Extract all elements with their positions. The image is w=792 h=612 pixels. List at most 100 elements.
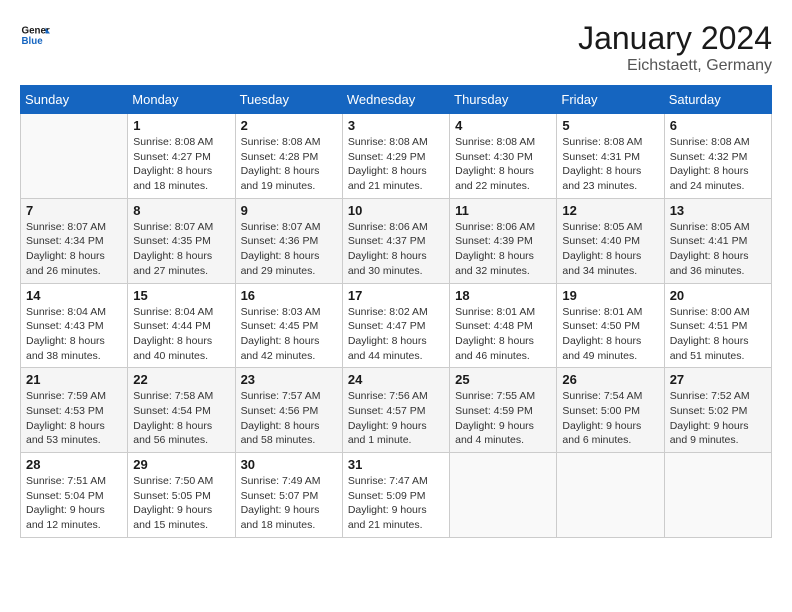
day-number: 3	[348, 118, 444, 133]
day-number: 22	[133, 372, 229, 387]
calendar-cell: 10 Sunrise: 8:06 AMSunset: 4:37 PMDayligh…	[342, 198, 449, 283]
day-number: 13	[670, 203, 766, 218]
day-info: Sunrise: 7:52 AMSunset: 5:02 PMDaylight:…	[670, 389, 766, 448]
day-number: 17	[348, 288, 444, 303]
calendar-cell: 19 Sunrise: 8:01 AMSunset: 4:50 PMDayligh…	[557, 283, 664, 368]
calendar-cell: 4 Sunrise: 8:08 AMSunset: 4:30 PMDaylight…	[450, 114, 557, 199]
day-number: 28	[26, 457, 122, 472]
day-number: 5	[562, 118, 658, 133]
day-info: Sunrise: 8:01 AMSunset: 4:50 PMDaylight:…	[562, 305, 658, 364]
calendar-cell: 29 Sunrise: 7:50 AMSunset: 5:05 PMDayligh…	[128, 453, 235, 538]
page-header: General Blue January 2024 Eichstaett, Ge…	[20, 20, 772, 75]
day-info: Sunrise: 8:04 AMSunset: 4:43 PMDaylight:…	[26, 305, 122, 364]
day-info: Sunrise: 8:08 AMSunset: 4:30 PMDaylight:…	[455, 135, 551, 194]
day-info: Sunrise: 8:03 AMSunset: 4:45 PMDaylight:…	[241, 305, 337, 364]
logo-icon: General Blue	[20, 20, 50, 50]
day-info: Sunrise: 8:08 AMSunset: 4:27 PMDaylight:…	[133, 135, 229, 194]
calendar-cell	[21, 114, 128, 199]
day-info: Sunrise: 8:06 AMSunset: 4:39 PMDaylight:…	[455, 220, 551, 279]
day-number: 27	[670, 372, 766, 387]
day-info: Sunrise: 8:02 AMSunset: 4:47 PMDaylight:…	[348, 305, 444, 364]
day-number: 2	[241, 118, 337, 133]
day-number: 26	[562, 372, 658, 387]
day-number: 1	[133, 118, 229, 133]
calendar-cell: 22 Sunrise: 7:58 AMSunset: 4:54 PMDayligh…	[128, 368, 235, 453]
calendar-cell: 17 Sunrise: 8:02 AMSunset: 4:47 PMDayligh…	[342, 283, 449, 368]
day-number: 14	[26, 288, 122, 303]
day-number: 25	[455, 372, 551, 387]
calendar-cell: 28 Sunrise: 7:51 AMSunset: 5:04 PMDayligh…	[21, 453, 128, 538]
day-info: Sunrise: 7:50 AMSunset: 5:05 PMDaylight:…	[133, 474, 229, 533]
weekday-header-tuesday: Tuesday	[235, 86, 342, 114]
day-number: 24	[348, 372, 444, 387]
weekday-header-monday: Monday	[128, 86, 235, 114]
day-info: Sunrise: 7:56 AMSunset: 4:57 PMDaylight:…	[348, 389, 444, 448]
calendar-table: SundayMondayTuesdayWednesdayThursdayFrid…	[20, 85, 772, 538]
day-info: Sunrise: 8:08 AMSunset: 4:28 PMDaylight:…	[241, 135, 337, 194]
calendar-cell: 26 Sunrise: 7:54 AMSunset: 5:00 PMDayligh…	[557, 368, 664, 453]
day-info: Sunrise: 8:07 AMSunset: 4:36 PMDaylight:…	[241, 220, 337, 279]
calendar-cell: 8Sunrise: 8:07 AMSunset: 4:35 PMDaylight…	[128, 198, 235, 283]
day-info: Sunrise: 7:51 AMSunset: 5:04 PMDaylight:…	[26, 474, 122, 533]
calendar-cell: 20 Sunrise: 8:00 AMSunset: 4:51 PMDayligh…	[664, 283, 771, 368]
day-info: Sunrise: 8:08 AMSunset: 4:32 PMDaylight:…	[670, 135, 766, 194]
day-number: 15	[133, 288, 229, 303]
calendar-cell: 14 Sunrise: 8:04 AMSunset: 4:43 PMDayligh…	[21, 283, 128, 368]
calendar-cell: 24 Sunrise: 7:56 AMSunset: 4:57 PMDayligh…	[342, 368, 449, 453]
calendar-cell: 12Sunrise: 8:05 AMSunset: 4:40 PMDayligh…	[557, 198, 664, 283]
calendar-cell: 9 Sunrise: 8:07 AMSunset: 4:36 PMDaylight…	[235, 198, 342, 283]
calendar-cell: 2 Sunrise: 8:08 AMSunset: 4:28 PMDaylight…	[235, 114, 342, 199]
day-number: 29	[133, 457, 229, 472]
weekday-header-saturday: Saturday	[664, 86, 771, 114]
calendar-cell: 31Sunrise: 7:47 AMSunset: 5:09 PMDayligh…	[342, 453, 449, 538]
day-number: 6	[670, 118, 766, 133]
day-info: Sunrise: 7:54 AMSunset: 5:00 PMDaylight:…	[562, 389, 658, 448]
calendar-cell: 25 Sunrise: 7:55 AMSunset: 4:59 PMDayligh…	[450, 368, 557, 453]
day-info: Sunrise: 7:47 AMSunset: 5:09 PMDaylight:…	[348, 474, 444, 533]
weekday-header-wednesday: Wednesday	[342, 86, 449, 114]
calendar-cell: 21 Sunrise: 7:59 AMSunset: 4:53 PMDayligh…	[21, 368, 128, 453]
day-number: 4	[455, 118, 551, 133]
day-info: Sunrise: 8:05 AMSunset: 4:41 PMDaylight:…	[670, 220, 766, 279]
calendar-cell: 1 Sunrise: 8:08 AMSunset: 4:27 PMDaylight…	[128, 114, 235, 199]
day-info: Sunrise: 7:57 AMSunset: 4:56 PMDaylight:…	[241, 389, 337, 448]
month-title: January 2024	[578, 20, 772, 57]
day-info: Sunrise: 7:58 AMSunset: 4:54 PMDaylight:…	[133, 389, 229, 448]
day-number: 10	[348, 203, 444, 218]
day-info: Sunrise: 8:08 AMSunset: 4:31 PMDaylight:…	[562, 135, 658, 194]
day-number: 12	[562, 203, 658, 218]
day-number: 9	[241, 203, 337, 218]
day-number: 16	[241, 288, 337, 303]
svg-text:Blue: Blue	[22, 36, 44, 47]
location: Eichstaett, Germany	[578, 57, 772, 75]
title-block: January 2024 Eichstaett, Germany	[578, 20, 772, 75]
day-number: 21	[26, 372, 122, 387]
day-number: 23	[241, 372, 337, 387]
calendar-cell: 18Sunrise: 8:01 AMSunset: 4:48 PMDayligh…	[450, 283, 557, 368]
day-info: Sunrise: 8:01 AMSunset: 4:48 PMDaylight:…	[455, 305, 551, 364]
day-info: Sunrise: 8:06 AMSunset: 4:37 PMDaylight:…	[348, 220, 444, 279]
day-number: 20	[670, 288, 766, 303]
calendar-cell: 3 Sunrise: 8:08 AMSunset: 4:29 PMDaylight…	[342, 114, 449, 199]
calendar-cell: 13 Sunrise: 8:05 AMSunset: 4:41 PMDayligh…	[664, 198, 771, 283]
calendar-cell: 30Sunrise: 7:49 AMSunset: 5:07 PMDayligh…	[235, 453, 342, 538]
day-number: 30	[241, 457, 337, 472]
calendar-cell: 7Sunrise: 8:07 AMSunset: 4:34 PMDaylight…	[21, 198, 128, 283]
day-number: 11	[455, 203, 551, 218]
day-info: Sunrise: 8:07 AMSunset: 4:35 PMDaylight:…	[133, 220, 229, 279]
calendar-cell	[450, 453, 557, 538]
day-info: Sunrise: 8:00 AMSunset: 4:51 PMDaylight:…	[670, 305, 766, 364]
weekday-header-sunday: Sunday	[21, 86, 128, 114]
calendar-cell: 15 Sunrise: 8:04 AMSunset: 4:44 PMDayligh…	[128, 283, 235, 368]
weekday-header-thursday: Thursday	[450, 86, 557, 114]
day-info: Sunrise: 8:07 AMSunset: 4:34 PMDaylight:…	[26, 220, 122, 279]
calendar-cell: 27 Sunrise: 7:52 AMSunset: 5:02 PMDayligh…	[664, 368, 771, 453]
calendar-cell: 11 Sunrise: 8:06 AMSunset: 4:39 PMDayligh…	[450, 198, 557, 283]
calendar-cell: 16 Sunrise: 8:03 AMSunset: 4:45 PMDayligh…	[235, 283, 342, 368]
calendar-cell: 6 Sunrise: 8:08 AMSunset: 4:32 PMDaylight…	[664, 114, 771, 199]
day-info: Sunrise: 7:59 AMSunset: 4:53 PMDaylight:…	[26, 389, 122, 448]
day-info: Sunrise: 7:55 AMSunset: 4:59 PMDaylight:…	[455, 389, 551, 448]
day-info: Sunrise: 8:04 AMSunset: 4:44 PMDaylight:…	[133, 305, 229, 364]
day-info: Sunrise: 8:08 AMSunset: 4:29 PMDaylight:…	[348, 135, 444, 194]
day-number: 19	[562, 288, 658, 303]
